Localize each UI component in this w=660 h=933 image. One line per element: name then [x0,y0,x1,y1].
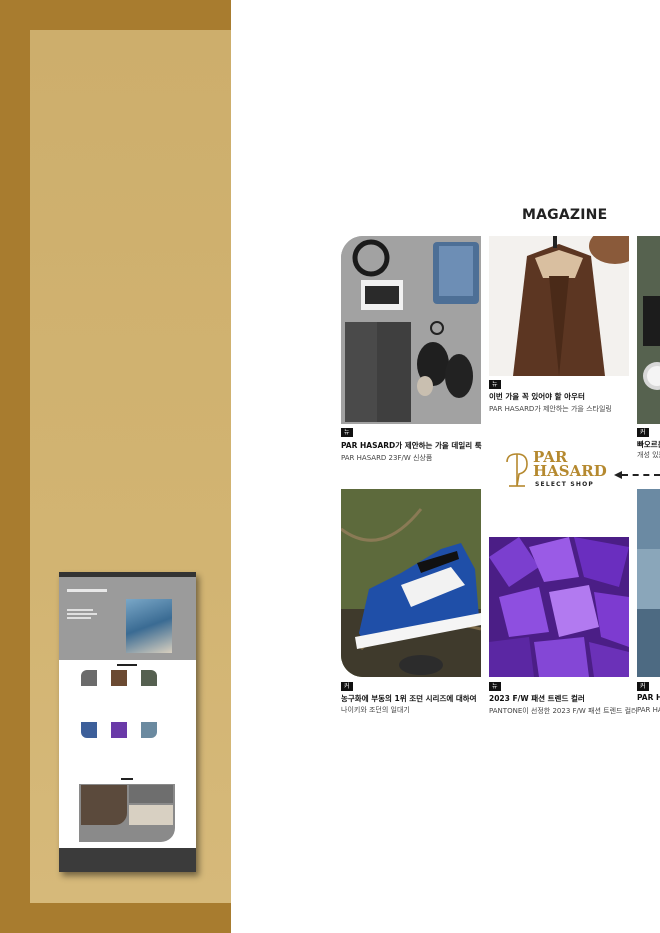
preview-news-photo [129,805,173,825]
preview-news-photo [129,785,173,803]
card-image-sneaker[interactable] [341,489,481,677]
preview-tile [141,670,157,686]
preview-tile [111,722,127,738]
preview-tile [81,670,97,686]
card-title[interactable]: 2023 F/W 패션 트렌드 컬러 [489,693,585,704]
card-tag: 뉴스 [489,682,501,699]
card-tag: 커버 스토리 [341,682,353,726]
card-subtitle: PANTONE이 선정한 2023 F/W 패션 트렌드 컬러 [489,707,638,715]
logo-arrow-head [614,471,622,479]
preview-hero-line [67,617,91,619]
card-title[interactable]: 빠오르는 [637,439,660,450]
card-subtitle: PAR HASARD 23F/W 신상품 [341,454,433,462]
card-image-jacket[interactable] [489,236,629,376]
preview-news-title [121,778,133,780]
card-subtitle: PAR HASARD가 제안하는 가을 스타일링 [489,405,612,413]
card-tag: 커버 스 [637,682,649,708]
preview-hero [59,577,196,660]
card-title[interactable]: PAR HA [637,693,660,702]
preview-tile [111,670,127,686]
card-tag: 커버 스토 [637,428,649,463]
card-tag: 뉴스 [489,380,501,397]
magazine-heading: MAGAZINE [522,207,608,223]
preview-hero-line [67,609,93,611]
card-subtitle: 나이키와 조던의 일대기 [341,706,410,714]
preview-news-photo [81,785,127,825]
card-subtitle: 개성 있는 [637,451,660,459]
page-preview-thumbnail [59,572,196,872]
preview-hero-photo [126,599,172,653]
preview-hero-line [67,613,97,615]
card-tag: 뉴스 [341,428,353,445]
card-title[interactable]: PAR HASARD가 제안하는 가을 데일리 룩 [341,440,482,451]
logo-arrow-line [622,474,660,476]
card-subtitle: PAR HA [637,706,660,714]
preview-hero-title [67,589,107,592]
brand-tagline: SELECT SHOP [535,481,594,488]
card-title[interactable]: 이번 가을 꼭 있어야 할 아우터 [489,391,585,402]
card-image-partial[interactable] [637,489,660,677]
preview-tile [141,722,157,738]
preview-magazine-title [117,664,137,666]
card-title[interactable]: 농구화에 부동의 1위 조던 시리즈에 대하여 [341,693,477,704]
preview-footer [59,848,196,872]
card-image-watch[interactable] [637,236,660,424]
brand-logo[interactable]: PAR HASARD SELECT SHOP [503,450,613,492]
brand-name-line2: HASARD [533,462,607,480]
preview-tile [81,722,97,738]
card-image-flatlay[interactable] [341,236,481,424]
card-image-amethyst[interactable] [489,537,629,677]
